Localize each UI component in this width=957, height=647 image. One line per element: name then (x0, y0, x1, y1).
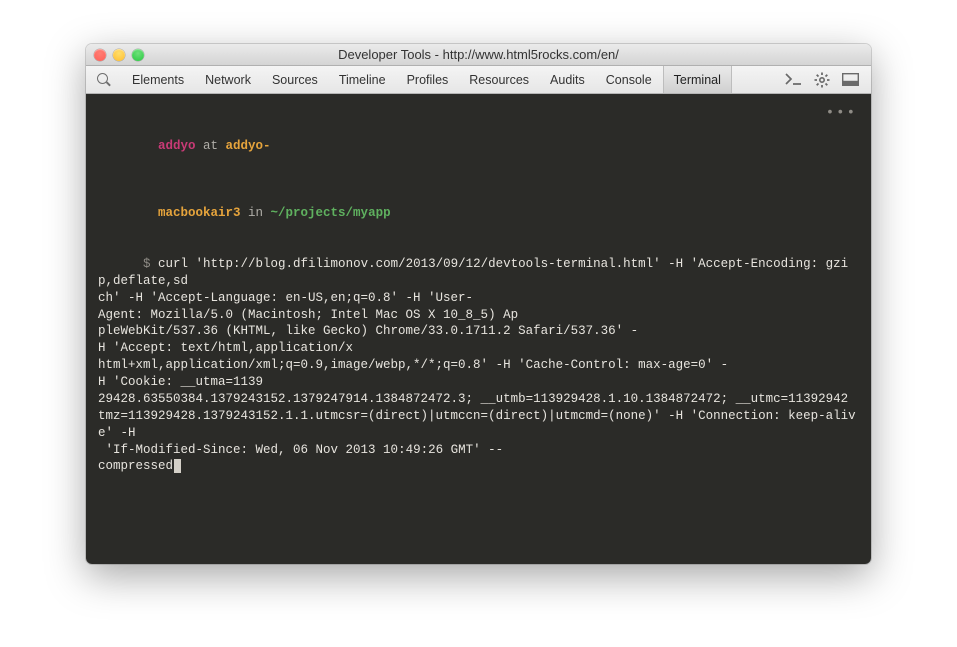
terminal-command: curl 'http://blog.dfilimonov.com/2013/09… (98, 257, 856, 474)
devtools-window: Developer Tools - http://www.html5rocks.… (86, 44, 871, 564)
prompt-at: at (196, 139, 226, 153)
gear-icon[interactable] (813, 72, 831, 88)
traffic-lights (94, 49, 144, 61)
window-title: Developer Tools - http://www.html5rocks.… (86, 47, 871, 62)
prompt-dollar: $ (143, 257, 151, 271)
prompt-user: addyo (158, 139, 196, 153)
tab-sources[interactable]: Sources (262, 66, 329, 93)
tab-terminal[interactable]: Terminal (663, 66, 732, 93)
prompt-host2: macbookair3 (158, 206, 241, 220)
more-icon[interactable]: ••• (826, 104, 857, 123)
terminal-panel[interactable]: ••• addyo at addyo- macbookair3 in ~/pro… (86, 94, 871, 564)
titlebar[interactable]: Developer Tools - http://www.html5rocks.… (86, 44, 871, 66)
tab-network[interactable]: Network (195, 66, 262, 93)
tab-audits[interactable]: Audits (540, 66, 596, 93)
show-drawer-icon[interactable] (785, 72, 803, 88)
tab-profiles[interactable]: Profiles (397, 66, 460, 93)
toolbar-right (785, 72, 865, 88)
prompt-host: addyo- (226, 139, 271, 153)
zoom-icon[interactable] (132, 49, 144, 61)
tab-resources[interactable]: Resources (459, 66, 540, 93)
tab-timeline[interactable]: Timeline (329, 66, 397, 93)
tabstrip: Elements Network Sources Timeline Profil… (122, 66, 732, 93)
terminal-output: addyo at addyo- macbookair3 in ~/project… (98, 104, 859, 492)
close-icon[interactable] (94, 49, 106, 61)
cursor-icon (174, 459, 181, 473)
toolbar: Elements Network Sources Timeline Profil… (86, 66, 871, 94)
tab-elements[interactable]: Elements (122, 66, 195, 93)
prompt-path: ~/projects/myapp (271, 206, 391, 220)
prompt-in: in (241, 206, 271, 220)
dock-icon[interactable] (841, 72, 859, 88)
search-icon[interactable] (96, 72, 112, 88)
tab-console[interactable]: Console (596, 66, 663, 93)
minimize-icon[interactable] (113, 49, 125, 61)
